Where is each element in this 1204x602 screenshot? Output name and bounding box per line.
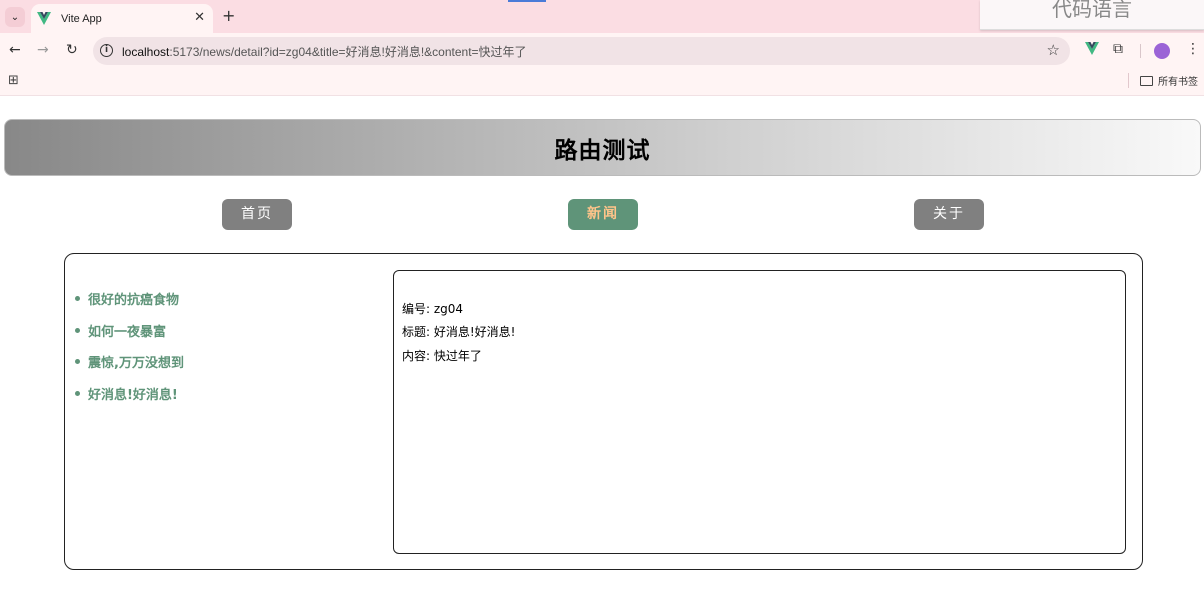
- page-title: 路由测试: [554, 137, 651, 164]
- tab-bar: ⌄ Vite App ✕ + 代码语言: [0, 0, 1204, 33]
- tab-vite-app[interactable]: Vite App ✕: [31, 4, 213, 33]
- back-arrow-icon[interactable]: ←: [9, 42, 21, 58]
- page-header: 路由测试: [4, 119, 1201, 176]
- detail-content: 内容: 快过年了: [402, 349, 482, 363]
- plus-icon[interactable]: +: [222, 6, 235, 25]
- info-icon[interactable]: i: [100, 44, 113, 57]
- all-bookmarks-label: 所有书签: [1158, 77, 1198, 88]
- tab-title: Vite App: [61, 12, 102, 25]
- star-icon[interactable]: ☆: [1047, 41, 1060, 59]
- tab-indicator: [508, 0, 546, 2]
- vue-logo-icon[interactable]: [1085, 42, 1099, 55]
- detail-title: 标题: 好消息!好消息!: [402, 325, 516, 339]
- bookmarks-divider: [1128, 73, 1129, 88]
- news-list: 很好的抗癌食物 如何一夜暴富 震惊,万万没想到 好消息!好消息!: [75, 283, 375, 409]
- nav-about-link[interactable]: 关于: [914, 199, 984, 230]
- chevron-down-icon[interactable]: ⌄: [5, 7, 25, 27]
- watermark: 代码语言: [980, 0, 1204, 30]
- news-list-item[interactable]: 好消息!好消息!: [75, 378, 375, 410]
- toolbar: ← → ↻ i localhost:5173/news/detail?id=zg…: [0, 33, 1204, 68]
- puzzle-icon[interactable]: ⧉: [1113, 41, 1123, 57]
- detail-id: 编号: zg04: [402, 302, 464, 316]
- url-text[interactable]: localhost:5173/news/detail?id=zg04&title…: [122, 43, 527, 60]
- address-bar[interactable]: i localhost:5173/news/detail?id=zg04&tit…: [93, 37, 1070, 65]
- apps-icon[interactable]: ⊞: [8, 73, 19, 88]
- forward-arrow-icon[interactable]: →: [37, 42, 49, 58]
- all-bookmarks-button[interactable]: 所有书签: [1140, 73, 1198, 88]
- nav-news-link[interactable]: 新闻: [568, 199, 638, 230]
- toolbar-divider: [1140, 44, 1141, 58]
- news-list-item[interactable]: 如何一夜暴富: [75, 315, 375, 347]
- nav-home-link[interactable]: 首页: [222, 199, 292, 230]
- news-list-item[interactable]: 震惊,万万没想到: [75, 346, 375, 378]
- news-detail-panel: 编号: zg04 标题: 好消息!好消息! 内容: 快过年了: [393, 270, 1126, 554]
- vue-logo-icon: [37, 12, 51, 25]
- bookmarks-bar: ⊞ 所有书签: [0, 68, 1204, 96]
- folder-icon: [1140, 75, 1153, 86]
- news-list-item[interactable]: 很好的抗癌食物: [75, 283, 375, 315]
- profile-icon[interactable]: [1154, 43, 1170, 59]
- reload-icon[interactable]: ↻: [66, 42, 78, 58]
- close-icon[interactable]: ✕: [194, 10, 205, 25]
- menu-icon[interactable]: ⋮: [1186, 41, 1200, 57]
